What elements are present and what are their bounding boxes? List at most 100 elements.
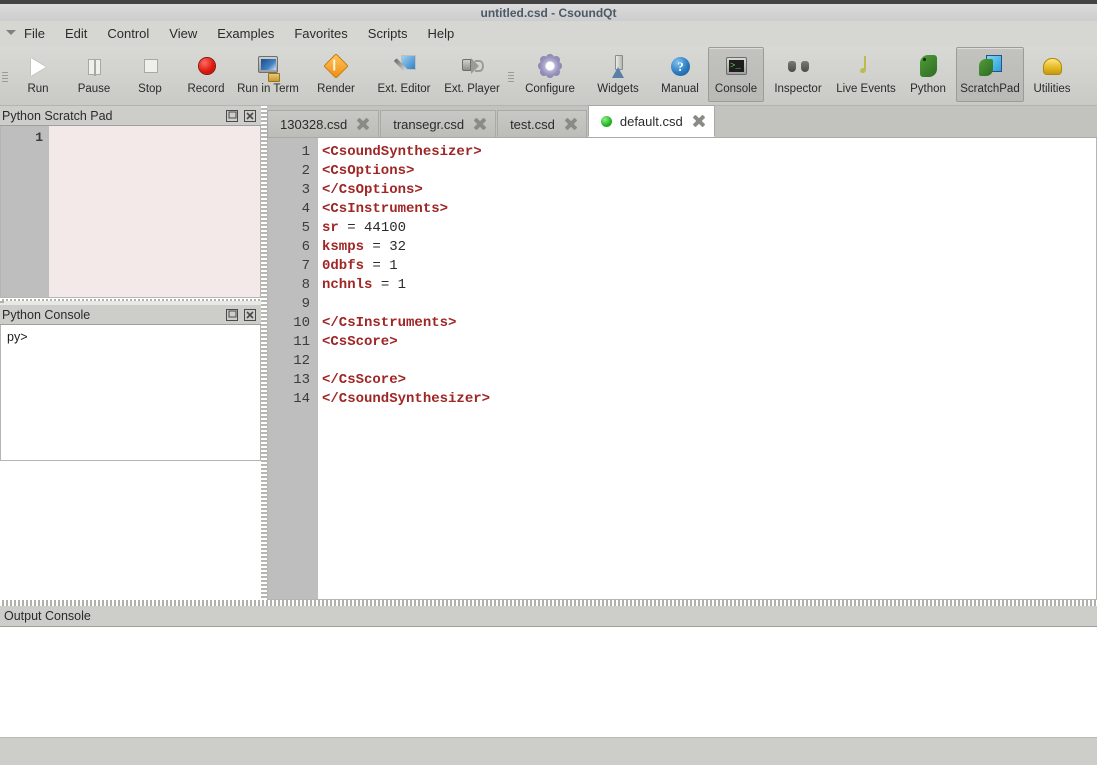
line-number: 11 bbox=[293, 334, 310, 350]
python-scratchpad-dock: Python Scratch Pad 1 bbox=[0, 106, 261, 298]
tab-130328-csd[interactable]: 130328.csd bbox=[267, 110, 380, 137]
python-icon bbox=[914, 53, 942, 81]
toolbar-run-in-term-label: Run in Term bbox=[237, 83, 299, 95]
menu-file[interactable]: File bbox=[14, 23, 55, 45]
float-icon[interactable] bbox=[225, 109, 239, 123]
close-icon[interactable] bbox=[243, 308, 257, 322]
output-console-body[interactable] bbox=[0, 627, 1097, 737]
toolbar-scratchpad-button[interactable]: ScratchPad bbox=[956, 47, 1024, 102]
tab-close-icon[interactable] bbox=[692, 114, 706, 128]
line-number: 9 bbox=[301, 296, 310, 312]
widgets-icon bbox=[604, 53, 632, 81]
toolbar-utilities-label: Utilities bbox=[1033, 83, 1071, 95]
main-body: Python Scratch Pad 1 Python Console py> … bbox=[0, 105, 1097, 600]
code-token: <CsOptions> bbox=[322, 163, 415, 179]
menu-scripts[interactable]: Scripts bbox=[358, 23, 418, 45]
toolbar-render-label: Render bbox=[317, 83, 355, 95]
toolbar-live-events-button[interactable]: Live Events bbox=[832, 47, 900, 102]
line-number: 10 bbox=[293, 315, 310, 331]
line-number: 14 bbox=[293, 391, 310, 407]
code-token: = 1 bbox=[364, 258, 398, 274]
code-token: = 44100 bbox=[338, 220, 407, 236]
tab-label: 130328.csd bbox=[280, 116, 348, 132]
code-token: = 32 bbox=[364, 239, 407, 255]
close-icon[interactable] bbox=[243, 109, 257, 123]
stop-icon bbox=[136, 53, 164, 81]
tab-label: default.csd bbox=[619, 113, 683, 129]
toolbar-live-events-label: Live Events bbox=[836, 83, 896, 95]
code-token: 0dbfs bbox=[322, 258, 365, 274]
tab-test-csd[interactable]: test.csd bbox=[497, 110, 587, 137]
toolbar-run-button[interactable]: Run bbox=[10, 47, 66, 102]
chevron-down-icon[interactable] bbox=[6, 30, 16, 35]
line-number: 3 bbox=[301, 182, 310, 198]
toolbar-widgets-button[interactable]: Widgets bbox=[584, 47, 652, 102]
python-scratchpad-editor[interactable]: 1 bbox=[0, 126, 261, 298]
gear-icon bbox=[536, 53, 564, 81]
line-number: 8 bbox=[301, 277, 310, 293]
toolbar-scratchpad-label: ScratchPad bbox=[960, 83, 1020, 95]
record-icon bbox=[192, 53, 220, 81]
toolbar-python-label: Python bbox=[910, 83, 946, 95]
float-icon[interactable] bbox=[225, 308, 239, 322]
python-console-header: Python Console bbox=[0, 305, 261, 325]
pause-icon bbox=[80, 53, 108, 81]
menu-edit[interactable]: Edit bbox=[55, 23, 97, 45]
help-icon: ? bbox=[666, 53, 694, 81]
menu-view[interactable]: View bbox=[159, 23, 207, 45]
toolbar-pause-button[interactable]: Pause bbox=[66, 47, 122, 102]
menu-bar: File Edit Control View Examples Favorite… bbox=[0, 21, 1097, 47]
toolbar-run-in-term-button[interactable]: Run in Term bbox=[234, 47, 302, 102]
toolbar-ext-editor-button[interactable]: Ext. Editor bbox=[370, 47, 438, 102]
scratchpad-icon bbox=[976, 53, 1004, 81]
code-token: <CsScore> bbox=[322, 334, 398, 350]
toolbar-drag-handle-2[interactable] bbox=[506, 47, 516, 106]
tab-close-icon[interactable] bbox=[564, 117, 578, 131]
code-content[interactable]: <CsoundSynthesizer> <CsOptions> </CsOption… bbox=[318, 138, 1096, 599]
render-icon bbox=[322, 53, 350, 81]
menu-favorites[interactable]: Favorites bbox=[284, 23, 357, 45]
toolbar-manual-label: Manual bbox=[661, 83, 699, 95]
code-token: ksmps bbox=[322, 239, 365, 255]
code-token: </CsInstruments> bbox=[322, 315, 457, 331]
play-icon bbox=[24, 53, 52, 81]
toolbar-stop-button[interactable]: Stop bbox=[122, 47, 178, 102]
toolbar-ext-player-button[interactable]: Ext. Player bbox=[438, 47, 506, 102]
window-title: untitled.csd - CsoundQt bbox=[480, 5, 617, 20]
toolbar-drag-handle-1[interactable] bbox=[0, 47, 10, 106]
tab-default-csd[interactable]: default.csd bbox=[587, 105, 715, 137]
tab-close-icon[interactable] bbox=[473, 117, 487, 131]
toolbar-configure-button[interactable]: Configure bbox=[516, 47, 584, 102]
code-editor[interactable]: 1 2 3 4 5 6 7 8 9 10 11 12 13 14 <CsoundSynthesizer> <… bbox=[267, 138, 1097, 600]
code-line: 0dbfs = 1 bbox=[322, 257, 1096, 276]
python-console-body[interactable]: py> bbox=[0, 325, 261, 461]
toolbar-inspector-button[interactable]: Inspector bbox=[764, 47, 832, 102]
toolbar-pause-label: Pause bbox=[77, 83, 111, 95]
ext-player-icon bbox=[458, 53, 486, 81]
toolbar-utilities-button[interactable]: Utilities bbox=[1024, 47, 1080, 102]
menu-examples[interactable]: Examples bbox=[207, 23, 284, 45]
code-token: = 1 bbox=[372, 277, 407, 293]
toolbar-python-button[interactable]: Python bbox=[900, 47, 956, 102]
line-number: 4 bbox=[301, 201, 310, 217]
code-token: nchnls bbox=[322, 277, 373, 293]
tab-close-icon[interactable] bbox=[356, 117, 370, 131]
code-token: </CsoundSynthesizer> bbox=[322, 391, 491, 407]
csoundqt-window: untitled.csd - CsoundQt File Edit Contro… bbox=[0, 0, 1097, 765]
code-line: ksmps = 32 bbox=[322, 238, 1096, 257]
code-token: <CsoundSynthesizer> bbox=[322, 144, 482, 160]
code-token: </CsOptions> bbox=[322, 182, 423, 198]
line-number: 1 bbox=[301, 144, 310, 160]
toolbar-render-button[interactable]: Render bbox=[302, 47, 370, 102]
menu-help[interactable]: Help bbox=[418, 23, 465, 45]
python-scratchpad-text[interactable] bbox=[49, 126, 260, 297]
toolbar-console-button[interactable]: >_ Console bbox=[708, 47, 764, 102]
tab-transegr-csd[interactable]: transegr.csd bbox=[380, 110, 497, 137]
toolbar-manual-button[interactable]: ? Manual bbox=[652, 47, 708, 102]
code-line: sr = 44100 bbox=[322, 219, 1096, 238]
toolbar-record-button[interactable]: Record bbox=[178, 47, 234, 102]
line-number: 5 bbox=[301, 220, 310, 236]
tab-label: transegr.csd bbox=[393, 116, 465, 132]
menu-control[interactable]: Control bbox=[97, 23, 159, 45]
